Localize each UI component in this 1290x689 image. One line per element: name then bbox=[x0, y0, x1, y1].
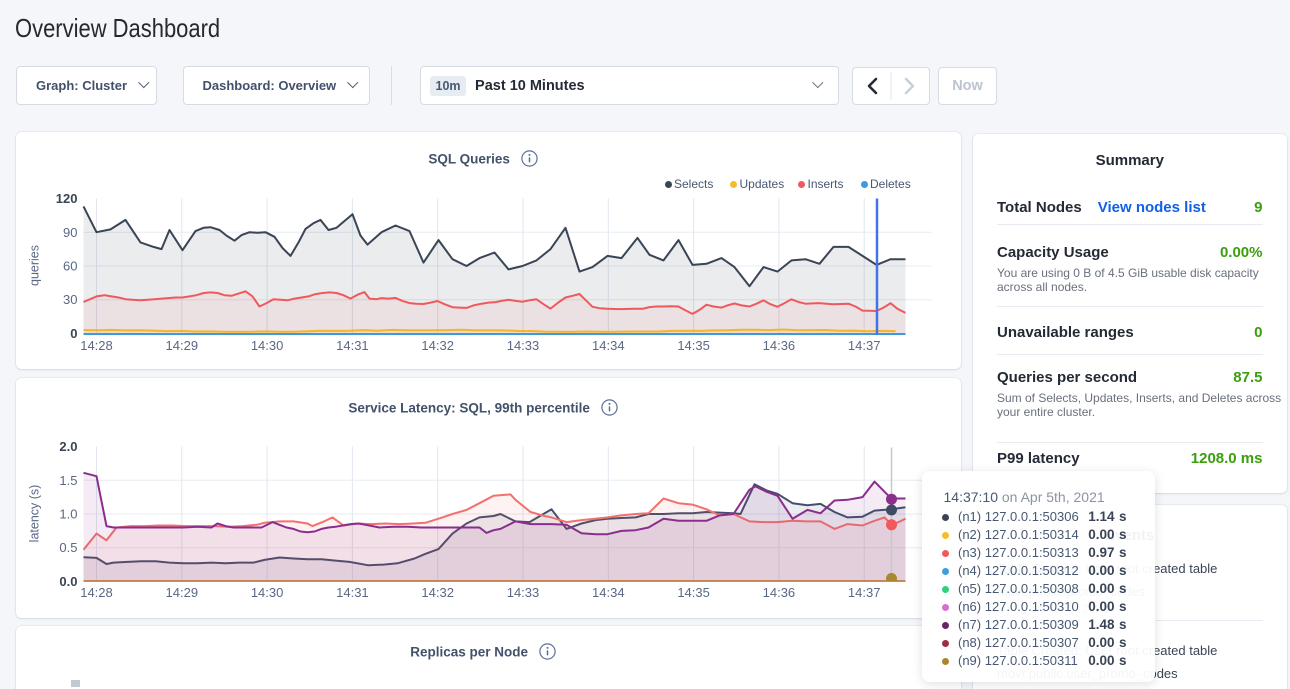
svg-text:30: 30 bbox=[63, 292, 77, 307]
svg-text:0: 0 bbox=[70, 326, 77, 341]
svg-text:14:29: 14:29 bbox=[165, 585, 198, 600]
svg-text:14:33: 14:33 bbox=[506, 585, 539, 600]
svg-text:14:36: 14:36 bbox=[762, 338, 795, 353]
svg-text:2.0: 2.0 bbox=[59, 439, 77, 454]
svg-text:14:29: 14:29 bbox=[165, 338, 198, 353]
svg-text:0.0: 0.0 bbox=[59, 574, 77, 589]
svg-text:14:35: 14:35 bbox=[677, 585, 710, 600]
svg-text:latency (s): latency (s) bbox=[27, 484, 41, 542]
svg-text:14:34: 14:34 bbox=[592, 585, 625, 600]
svg-text:14:28: 14:28 bbox=[80, 338, 113, 353]
svg-text:14:28: 14:28 bbox=[80, 585, 113, 600]
svg-text:14:36: 14:36 bbox=[762, 585, 795, 600]
svg-text:120: 120 bbox=[55, 191, 77, 206]
svg-text:0.5: 0.5 bbox=[59, 540, 77, 555]
svg-text:14:32: 14:32 bbox=[421, 338, 454, 353]
svg-text:14:30: 14:30 bbox=[250, 338, 283, 353]
svg-text:1.0: 1.0 bbox=[59, 506, 77, 521]
svg-text:14:37: 14:37 bbox=[847, 338, 880, 353]
svg-text:14:31: 14:31 bbox=[336, 585, 369, 600]
svg-text:14:35: 14:35 bbox=[677, 338, 710, 353]
svg-text:14:34: 14:34 bbox=[592, 338, 625, 353]
svg-text:queries: queries bbox=[27, 245, 41, 286]
svg-text:60: 60 bbox=[63, 258, 77, 273]
svg-text:14:30: 14:30 bbox=[250, 585, 283, 600]
svg-text:14:33: 14:33 bbox=[506, 338, 539, 353]
svg-text:14:31: 14:31 bbox=[336, 338, 369, 353]
svg-text:14:37: 14:37 bbox=[847, 585, 880, 600]
svg-text:14:32: 14:32 bbox=[421, 585, 454, 600]
svg-text:90: 90 bbox=[63, 224, 77, 239]
svg-text:1.5: 1.5 bbox=[59, 472, 77, 487]
